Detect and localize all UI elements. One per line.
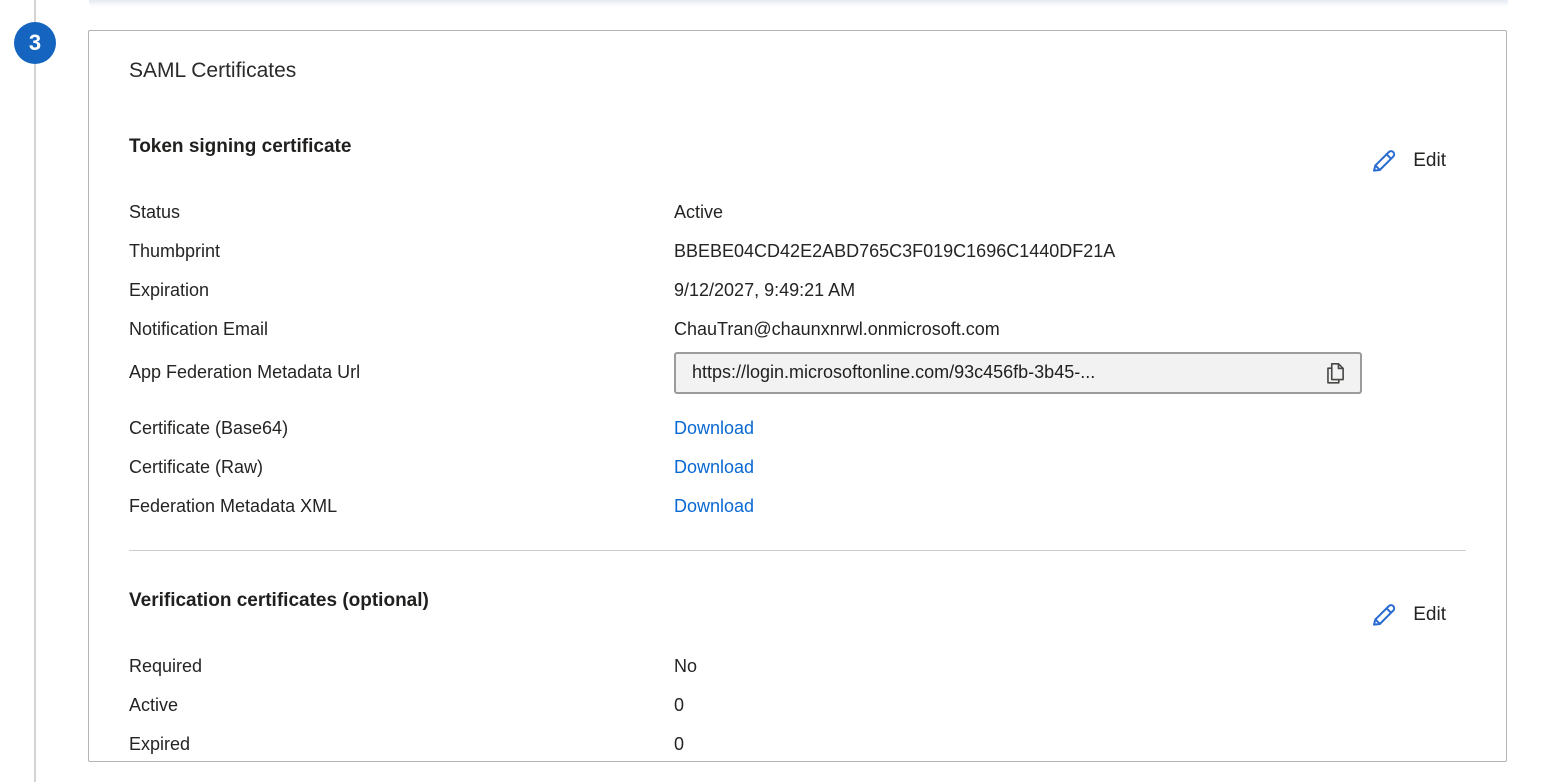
certificate-base64-download-link[interactable]: Download — [674, 418, 754, 439]
required-value: No — [674, 656, 697, 677]
verification-rows: Required No Active 0 Expired 0 — [129, 647, 1466, 764]
pencil-icon — [1367, 145, 1399, 177]
federation-metadata-xml-row: Federation Metadata XML Download — [129, 487, 1466, 526]
metadata-url-box[interactable]: https://login.microsoftonline.com/93c456… — [674, 352, 1362, 394]
federation-metadata-xml-download-link[interactable]: Download — [674, 496, 754, 517]
previous-card-bottom-edge — [89, 0, 1508, 7]
section-divider — [129, 550, 1466, 551]
expiration-value: 9/12/2027, 9:49:21 AM — [674, 280, 855, 301]
active-value: 0 — [674, 695, 684, 716]
certificate-raw-row: Certificate (Raw) Download — [129, 448, 1466, 487]
federation-metadata-xml-label: Federation Metadata XML — [129, 496, 674, 517]
metadata-url-value: https://login.microsoftonline.com/93c456… — [692, 362, 1095, 383]
active-row: Active 0 — [129, 686, 1466, 725]
status-row: Status Active — [129, 193, 1466, 232]
expiration-label: Expiration — [129, 280, 674, 301]
certificate-base64-label: Certificate (Base64) — [129, 418, 674, 439]
pencil-icon — [1367, 599, 1399, 631]
token-signing-rows: Status Active Thumbprint BBEBE04CD42E2AB… — [129, 193, 1466, 396]
expired-label: Expired — [129, 734, 674, 755]
token-signing-header: Token signing certificate — [129, 135, 351, 159]
certificate-base64-row: Certificate (Base64) Download — [129, 409, 1466, 448]
expired-value: 0 — [674, 734, 684, 755]
step-3-badge: 3 — [14, 22, 56, 64]
certificate-raw-download-link[interactable]: Download — [674, 457, 754, 478]
expired-row: Expired 0 — [129, 725, 1466, 764]
notification-email-value: ChauTran@chaunxnrwl.onmicrosoft.com — [674, 319, 1000, 340]
notification-email-row: Notification Email ChauTran@chaunxnrwl.o… — [129, 310, 1466, 349]
card-title: SAML Certificates — [129, 59, 1466, 83]
edit-token-signing-button[interactable]: Edit — [1367, 145, 1446, 177]
notification-email-label: Notification Email — [129, 319, 674, 340]
certificate-raw-label: Certificate (Raw) — [129, 457, 674, 478]
saml-certificates-card: SAML Certificates Token signing certific… — [88, 30, 1507, 762]
verification-certificates-section: Verification certificates (optional) Edi… — [129, 589, 1466, 764]
edit-label: Edit — [1413, 604, 1446, 626]
thumbprint-label: Thumbprint — [129, 241, 674, 262]
token-signing-section-head: Token signing certificate Edit — [129, 135, 1466, 177]
page: 3 SAML Certificates Token signing certif… — [0, 0, 1544, 782]
verification-section-head: Verification certificates (optional) Edi… — [129, 589, 1466, 631]
edit-label: Edit — [1413, 150, 1446, 172]
step-number: 3 — [29, 30, 41, 56]
required-row: Required No — [129, 647, 1466, 686]
metadata-url-row: App Federation Metadata Url https://logi… — [129, 349, 1466, 396]
download-rows: Certificate (Base64) Download Certificat… — [129, 409, 1466, 526]
required-label: Required — [129, 656, 674, 677]
metadata-url-label: App Federation Metadata Url — [129, 362, 674, 383]
status-value: Active — [674, 202, 723, 223]
copy-icon[interactable] — [1320, 358, 1350, 388]
verification-certificates-header: Verification certificates (optional) — [129, 589, 429, 613]
thumbprint-row: Thumbprint BBEBE04CD42E2ABD765C3F019C169… — [129, 232, 1466, 271]
thumbprint-value: BBEBE04CD42E2ABD765C3F019C1696C1440DF21A — [674, 241, 1115, 262]
edit-verification-certificates-button[interactable]: Edit — [1367, 599, 1446, 631]
expiration-row: Expiration 9/12/2027, 9:49:21 AM — [129, 271, 1466, 310]
active-label: Active — [129, 695, 674, 716]
stepper-connector-line — [34, 0, 36, 782]
status-label: Status — [129, 202, 674, 223]
token-signing-section: Token signing certificate Edit Status — [129, 135, 1466, 526]
